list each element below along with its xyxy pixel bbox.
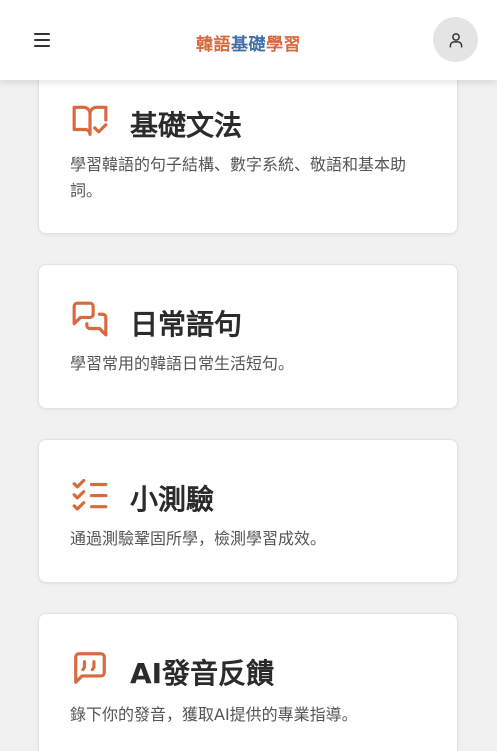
card-title: 小測驗 [130, 483, 215, 516]
card-title: 基礎文法 [130, 109, 243, 142]
card-description: 錄下你的發音，獲取AI提供的專業指導。 [70, 705, 358, 724]
checklist-icon [72, 478, 108, 511]
book-check-icon [72, 105, 108, 136]
card-description: 學習韓語的句子結構、數字系統、敬語和基本助詞。 [70, 155, 407, 200]
card-title: 日常語句 [130, 308, 243, 341]
app-title-part-2: 基礎 [231, 35, 266, 55]
quote-bubble-icon [74, 652, 106, 684]
card-description: 通過測驗鞏固所學，檢測學習成效。 [70, 529, 327, 548]
card-ai-pronunciation[interactable]: AI發音反饋 錄下你的發音，獲取AI提供的專業指導。 [38, 613, 458, 751]
app-header: 韓語基礎學習 [0, 0, 497, 80]
card-quiz[interactable]: 小測驗 通過測驗鞏固所學，檢測學習成效。 [38, 439, 458, 583]
card-daily-phrases[interactable]: 日常語句 學習常用的韓語日常生活短句。 [38, 264, 458, 409]
app-title-part-3: 學習 [266, 35, 301, 55]
chat-bubbles-icon [72, 301, 108, 337]
card-basic-grammar[interactable]: 基礎文法 學習韓語的句子結構、數字系統、敬語和基本助詞。 [38, 60, 458, 234]
app-title[interactable]: 韓語基礎學習 [0, 30, 497, 55]
user-profile-button[interactable] [433, 17, 478, 62]
app-title-part-1: 韓語 [196, 35, 231, 55]
card-title: AI發音反饋 [130, 657, 275, 690]
card-description: 學習常用的韓語日常生活短句。 [70, 354, 295, 373]
user-icon [449, 32, 462, 47]
